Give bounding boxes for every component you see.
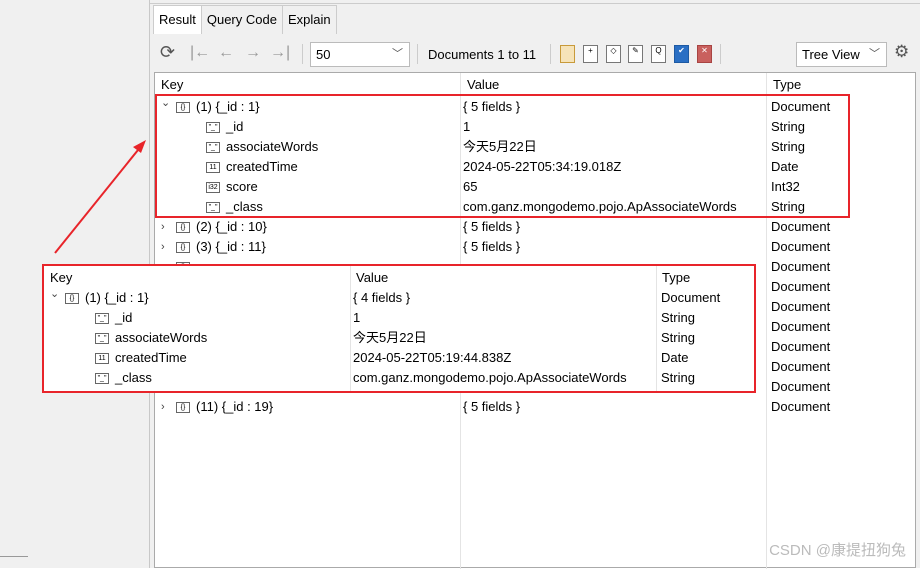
column-header-value: Value	[356, 270, 389, 285]
cell-value: { 4 fields }	[353, 290, 411, 305]
tree-row[interactable]: "_" _id 1 String	[44, 308, 754, 328]
cell-type: Document	[661, 290, 721, 305]
cell-key: _id	[115, 310, 133, 325]
comparison-snapshot: Key Value Type ⌄{} (1) {_id : 1}{ 4 field…	[42, 264, 756, 393]
cell-value: 今天5月22日	[353, 330, 427, 345]
cell-type: String	[661, 370, 695, 385]
cell-key: createdTime	[115, 350, 187, 365]
collapse-chevron-icon[interactable]: ⌄	[50, 284, 59, 304]
cell-type: String	[661, 310, 695, 325]
field-type-icon: 11	[95, 353, 109, 364]
cell-value: com.ganz.mongodemo.pojo.ApAssociateWords	[353, 370, 627, 385]
field-type-icon: "_"	[95, 333, 109, 344]
cell-type: String	[661, 330, 695, 345]
cell-value: 1	[353, 310, 361, 325]
field-type-icon: "_"	[95, 373, 109, 384]
field-type-icon: {}	[65, 293, 79, 304]
tree-row[interactable]: "_" _class com.ganz.mongodemo.pojo.ApAssoc…	[44, 368, 754, 388]
tree-row[interactable]: ⌄{} (1) {_id : 1}{ 4 fields } Document	[44, 288, 754, 308]
tree-row[interactable]: "_" associateWords 今天5月22日 String	[44, 328, 754, 348]
watermark: CSDN @康提扭狗兔	[769, 542, 906, 559]
cell-type: Date	[661, 350, 689, 365]
cell-key: _class	[115, 370, 152, 385]
cell-key: (1) {_id : 1}	[85, 290, 149, 305]
column-header-type: Type	[662, 270, 691, 285]
field-type-icon: "_"	[95, 313, 109, 324]
cell-value: 2024-05-22T05:19:44.838Z	[353, 350, 512, 365]
cell-key: associateWords	[115, 330, 208, 345]
tree-row[interactable]: 11 createdTime 2024-05-22T05:19:44.838Z Dat…	[44, 348, 754, 368]
